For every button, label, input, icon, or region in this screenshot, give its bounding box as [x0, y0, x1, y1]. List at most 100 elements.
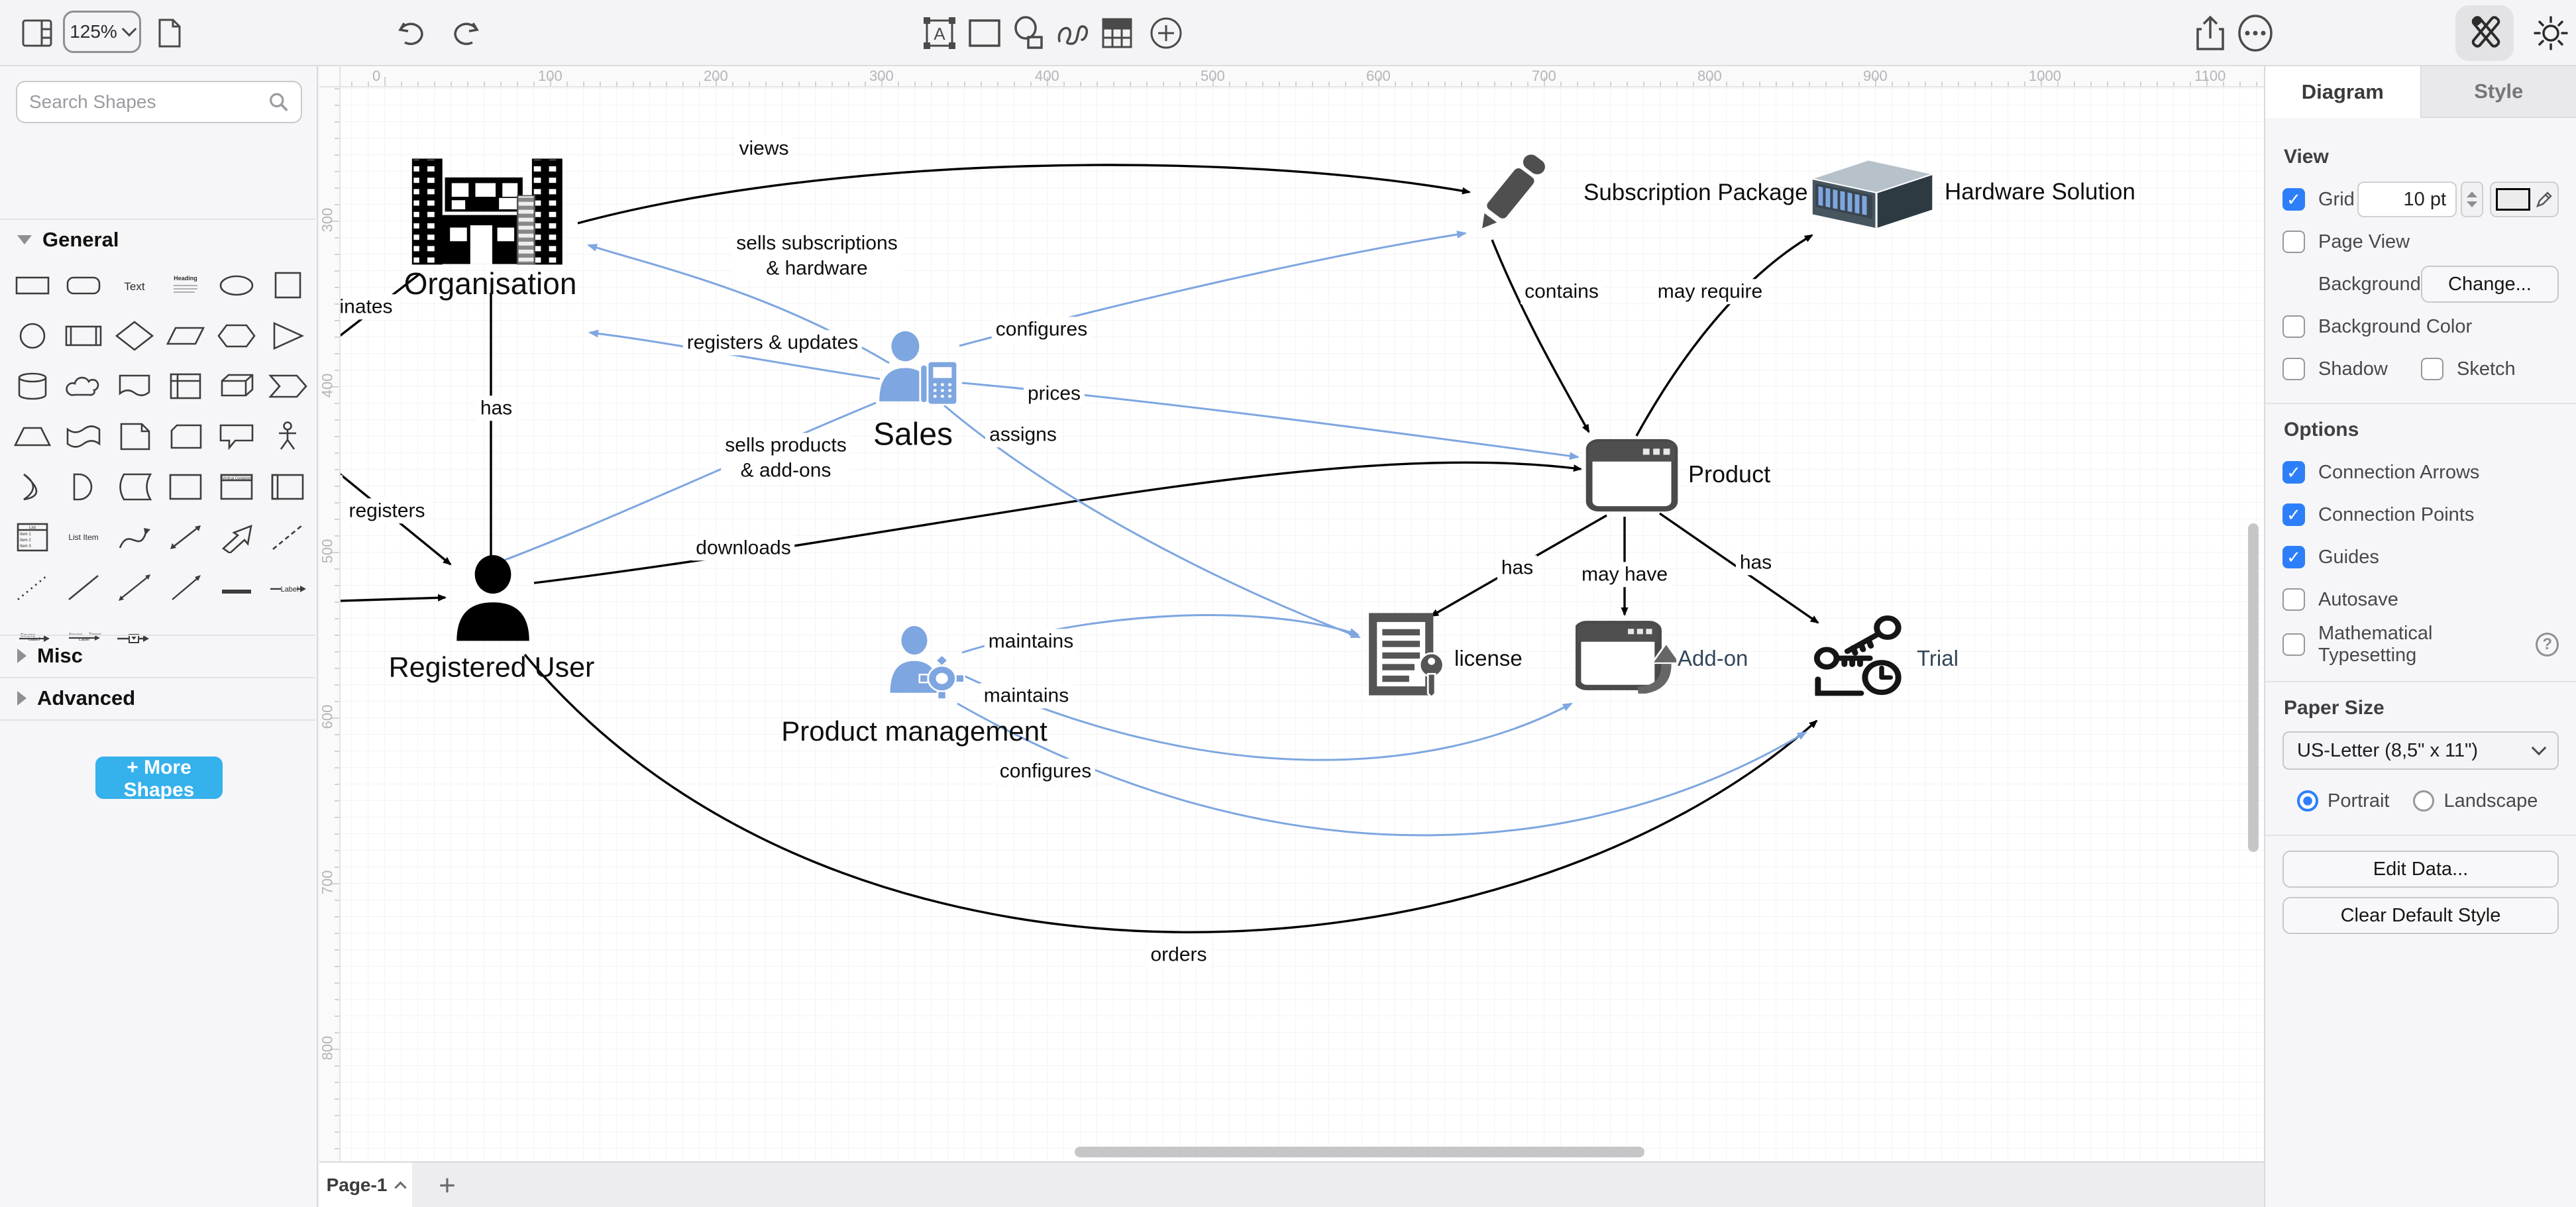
portrait-radio[interactable]	[2297, 790, 2318, 812]
grid-size-stepper[interactable]	[2461, 182, 2483, 217]
page-tab[interactable]: Page-1	[319, 1163, 412, 1207]
node-label-registered-user[interactable]: Registered User	[389, 652, 595, 684]
node-add-on[interactable]	[1574, 617, 1682, 695]
background-color-checkbox[interactable]	[2282, 315, 2305, 338]
shape-rectangle[interactable]	[7, 265, 58, 306]
help-icon[interactable]: ?	[2536, 633, 2559, 656]
node-trial[interactable]	[1810, 613, 1908, 700]
shape-and[interactable]	[58, 466, 109, 507]
edge-label-may-require[interactable]: may require	[1653, 279, 1767, 304]
landscape-radio[interactable]	[2413, 790, 2435, 812]
shape-square[interactable]	[262, 265, 313, 306]
connection-points-checkbox[interactable]: ✓	[2282, 503, 2305, 526]
horizontal-scrollbar[interactable]	[1075, 1147, 1644, 1157]
edge-label-maintains-license[interactable]: maintains	[984, 629, 1078, 654]
shape-step[interactable]	[262, 366, 313, 407]
edge-label-has-trial[interactable]: has	[1735, 550, 1776, 575]
page-outline-icon[interactable]	[151, 15, 188, 52]
edge-label-configures-package[interactable]: configures	[991, 317, 1092, 342]
shape-parallelogram[interactable]	[160, 315, 211, 356]
shape-line[interactable]	[58, 567, 109, 608]
shape-cloud[interactable]	[58, 366, 109, 407]
shape-container[interactable]	[160, 466, 211, 507]
node-label-product[interactable]: Product	[1688, 460, 1770, 488]
shape-triangle[interactable]	[262, 315, 313, 356]
shape-hexagon[interactable]	[211, 315, 262, 356]
node-label-sales[interactable]: Sales	[873, 417, 953, 453]
shape-link[interactable]	[211, 567, 262, 608]
redo-icon[interactable]	[445, 15, 482, 52]
freehand-tool-icon[interactable]	[1055, 15, 1092, 52]
edge-label-sells-products[interactable]: sells products & add-ons	[721, 433, 851, 483]
shape-curve[interactable]	[109, 517, 160, 558]
more-options-icon[interactable]	[2237, 15, 2274, 52]
shapes-tool-icon[interactable]	[1010, 15, 1047, 52]
node-product-management[interactable]	[880, 626, 966, 706]
edge-label-contains[interactable]: contains	[1521, 279, 1603, 304]
edge-label-maintains-addon[interactable]: maintains	[979, 683, 1073, 708]
toggle-sidebar-icon[interactable]	[19, 15, 56, 52]
shape-tape[interactable]	[58, 416, 109, 457]
node-subscription-package[interactable]	[1461, 147, 1559, 241]
shape-ellipse[interactable]	[211, 265, 262, 306]
node-label-hardware-solution[interactable]: Hardware Solution	[1945, 179, 2135, 205]
node-sales[interactable]	[872, 331, 965, 415]
shape-label-arrow[interactable]: Label	[262, 567, 313, 608]
share-icon[interactable]	[2192, 15, 2229, 52]
shape-process[interactable]	[58, 315, 109, 356]
shape-note[interactable]	[109, 416, 160, 457]
node-hardware-solution[interactable]	[1803, 154, 1939, 232]
shape-dotted-line[interactable]	[7, 567, 58, 608]
shape-trapezoid[interactable]	[7, 416, 58, 457]
background-change-button[interactable]: Change...	[2420, 266, 2559, 303]
shape-circle[interactable]	[7, 315, 58, 356]
sketch-checkbox[interactable]	[2421, 358, 2443, 380]
edge-label-prices[interactable]: prices	[1023, 381, 1085, 406]
shape-callout[interactable]	[211, 416, 262, 457]
edge-label-assigns[interactable]: assigns	[985, 422, 1061, 447]
shape-horizontal-container[interactable]	[262, 466, 313, 507]
guides-checkbox[interactable]: ✓	[2282, 546, 2305, 568]
shape-list[interactable]: List Item 1 Item 2 Item 3	[7, 517, 58, 558]
edge-label-sells-subscriptions[interactable]: sells subscriptions & hardware	[732, 231, 902, 281]
shape-list-item[interactable]: List Item	[58, 517, 109, 558]
shape-directional-connector[interactable]	[160, 567, 211, 608]
shape-heading[interactable]: Heading	[160, 265, 211, 306]
grid-color-button[interactable]	[2490, 182, 2559, 217]
theme-sun-icon[interactable]	[2532, 15, 2569, 52]
grid-size-input[interactable]: 10 pt	[2357, 182, 2457, 217]
paper-size-select[interactable]: US-Letter (8,5" x 11")	[2282, 731, 2559, 770]
rectangle-tool-icon[interactable]	[966, 15, 1003, 52]
vertical-scrollbar[interactable]	[2248, 523, 2259, 852]
shape-bidirectional-arrow[interactable]	[160, 517, 211, 558]
edit-data-button[interactable]: Edit Data...	[2282, 851, 2559, 888]
edge-label-registers[interactable]: registers	[345, 498, 429, 523]
shape-bidirectional-connector[interactable]	[109, 567, 160, 608]
node-registered-user[interactable]	[443, 555, 543, 643]
shape-text[interactable]: Text	[109, 265, 160, 306]
text-tool-icon[interactable]: A	[921, 15, 958, 52]
shape-diamond[interactable]	[109, 315, 160, 356]
page-view-checkbox[interactable]	[2282, 231, 2305, 253]
add-page-button[interactable]: +	[431, 1169, 464, 1202]
node-label-add-on[interactable]: Add-on	[1678, 646, 1748, 671]
math-typesetting-checkbox[interactable]	[2282, 633, 2305, 656]
search-shapes-box[interactable]	[16, 81, 302, 123]
shape-rounded-rectangle[interactable]	[58, 265, 109, 306]
shape-internal-storage[interactable]	[160, 366, 211, 407]
node-label-subscription-package[interactable]: Subscription Package	[1583, 180, 1808, 206]
tab-style[interactable]: Style	[2421, 66, 2576, 118]
design-tools-button[interactable]	[2455, 5, 2514, 61]
undo-icon[interactable]	[395, 15, 432, 52]
shape-actor[interactable]	[262, 416, 313, 457]
edge-label-has-license[interactable]: has	[1497, 555, 1538, 580]
insert-tool-icon[interactable]	[1148, 15, 1185, 52]
edge-label-orders[interactable]: orders	[1146, 942, 1211, 967]
node-label-product-management[interactable]: Product management	[781, 715, 1047, 747]
shape-dashed-line[interactable]	[262, 517, 313, 558]
shape-cube[interactable]	[211, 366, 262, 407]
edge-label-downloads[interactable]: downloads	[692, 535, 795, 560]
section-advanced[interactable]: Advanced	[0, 677, 315, 718]
node-license[interactable]	[1364, 609, 1453, 699]
shape-document[interactable]	[109, 366, 160, 407]
